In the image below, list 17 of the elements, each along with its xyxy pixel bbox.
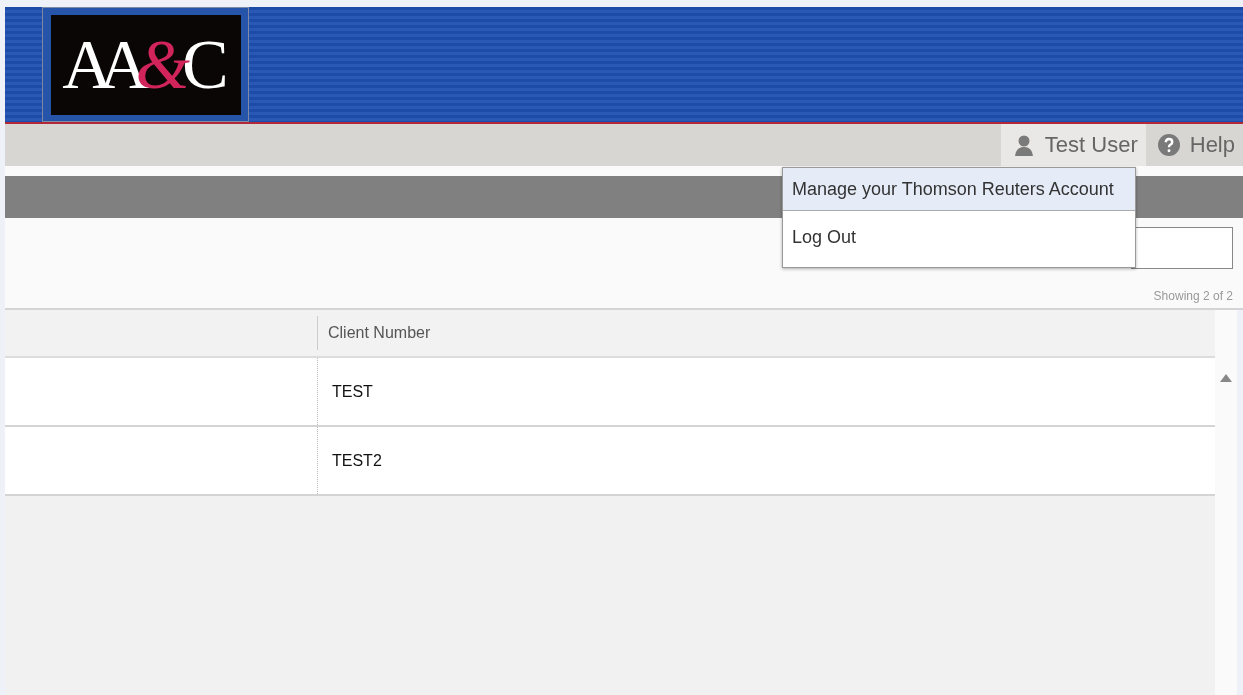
table-row[interactable]: TEST bbox=[5, 358, 1215, 427]
scroll-up-icon[interactable] bbox=[1220, 374, 1232, 382]
scrollbar[interactable] bbox=[1215, 310, 1237, 695]
user-menu-button[interactable]: Test User bbox=[1000, 124, 1146, 166]
table-row[interactable]: TEST2 bbox=[5, 427, 1215, 496]
table-cell: TEST bbox=[332, 382, 373, 401]
table-cell: TEST2 bbox=[332, 451, 382, 470]
logo-letter: C bbox=[181, 29, 229, 100]
search-field[interactable] bbox=[1131, 227, 1233, 269]
help-icon bbox=[1157, 134, 1180, 156]
logo-letter: & bbox=[135, 29, 176, 100]
help-button[interactable]: Help bbox=[1145, 124, 1243, 166]
menu-item[interactable]: Manage your Thomson Reuters Account bbox=[783, 168, 1135, 210]
menu-item[interactable]: Log Out bbox=[783, 210, 1135, 267]
user-icon bbox=[1012, 134, 1035, 156]
result-count: Showing 2 of 2 bbox=[1153, 289, 1233, 303]
logo-letter: AA bbox=[62, 29, 136, 100]
